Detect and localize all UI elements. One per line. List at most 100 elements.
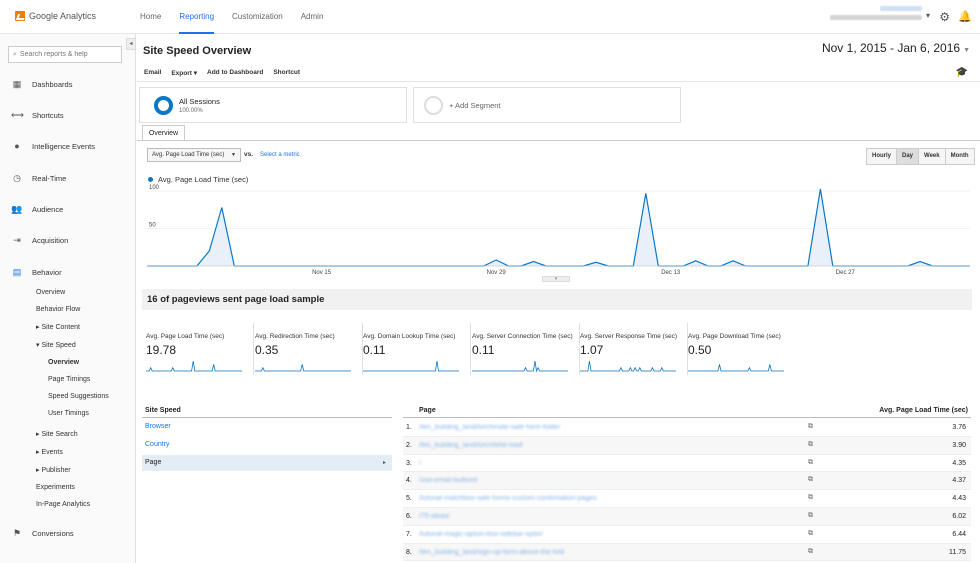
sidebar-item-dashboards[interactable]: ▦ Dashboards	[0, 75, 135, 93]
page-link[interactable]: /use-email-bulbord	[419, 477, 477, 484]
metric-sparkline-card[interactable]: Avg. Page Load Time (sec) 19.78	[146, 323, 252, 379]
add-segment-button[interactable]: + Add Segment	[413, 87, 681, 123]
row-number: 2.	[406, 441, 412, 449]
granularity-switcher: Hourly Day Week Month	[866, 148, 975, 165]
site-search-link[interactable]: ▸ Site Search	[36, 429, 78, 441]
page-link[interactable]: /ten_building_land/torchmale-safe-form-f…	[419, 424, 560, 431]
speed-suggestions-link[interactable]: Speed Suggestions	[48, 391, 109, 403]
external-link-icon[interactable]: ⧉	[808, 459, 813, 467]
site-speed-link[interactable]: ▾ Site Speed	[36, 340, 76, 352]
avg-page-load-value: 4.37	[952, 477, 966, 485]
segment-all-sessions[interactable]: All Sessions 100.00%	[139, 87, 407, 123]
gear-icon[interactable]: ⚙	[939, 10, 950, 24]
row-number: 4.	[406, 477, 412, 485]
date-range-picker[interactable]: Nov 1, 2015 - Jan 6, 2016 ▼	[822, 41, 970, 55]
table-row: 7. /tutorial-magic-option-box-sidebar-opt…	[403, 526, 971, 544]
external-link-icon[interactable]: ⧉	[808, 476, 813, 484]
behavior-overview-link[interactable]: Overview	[36, 287, 65, 299]
table-row: 8. /ten_building_land/sign-up-form-above-…	[403, 543, 971, 562]
sidebar-item-shortcuts[interactable]: ⟷ Shortcuts	[0, 106, 135, 124]
sparkline	[146, 361, 242, 372]
granularity-week-button[interactable]: Week	[919, 149, 946, 164]
external-link-icon[interactable]: ⧉	[808, 530, 813, 538]
page-link[interactable]: /75-ideas/	[419, 513, 450, 520]
chart-resize-handle[interactable]: ▾	[542, 276, 570, 282]
search-input[interactable]	[19, 51, 115, 58]
tab-overview[interactable]: Overview	[142, 125, 185, 141]
sidebar-item-audience[interactable]: 👥 Audience	[0, 200, 135, 218]
shortcut-button[interactable]: Shortcut	[273, 69, 300, 77]
external-link-icon[interactable]: ⧉	[808, 548, 813, 556]
site-content-link[interactable]: ▸ Site Content	[36, 322, 80, 334]
metric-sparkline-card[interactable]: Avg. Redirection Time (sec) 0.35	[255, 323, 361, 379]
dimension-page[interactable]: Page ▸	[142, 455, 392, 471]
in-page-analytics-link[interactable]: In-Page Analytics	[36, 499, 90, 511]
sidebar-item-acquisition[interactable]: ⇥ Acquisition	[0, 231, 135, 249]
page-link[interactable]: /ten_building_land/sign-up-form-above-th…	[419, 549, 564, 556]
page-timings-link[interactable]: Page Timings	[48, 374, 90, 386]
export-button[interactable]: Export ▾	[171, 69, 197, 77]
site-speed-overview-link[interactable]: Overview	[48, 357, 79, 369]
column-value-header[interactable]: Avg. Page Load Time (sec)	[879, 407, 968, 414]
metric-sparkline-card[interactable]: Avg. Server Response Time (sec) 1.07	[580, 323, 686, 379]
sidebar-item-intelligence-events[interactable]: ● Intelligence Events	[0, 137, 135, 155]
lightbulb-icon: ●	[14, 141, 20, 151]
metric-value: 19.78	[146, 343, 177, 357]
page-link[interactable]: /ten_building_land/torchfield-road	[419, 442, 523, 449]
dimension-country[interactable]: Country	[142, 437, 392, 453]
nav-reporting[interactable]: Reporting	[179, 0, 215, 34]
nav-customization[interactable]: Customization	[232, 0, 283, 34]
account-switcher[interactable]	[822, 6, 922, 28]
metric-separator	[470, 323, 471, 375]
dimension-browser[interactable]: Browser	[142, 419, 392, 435]
granularity-day-button[interactable]: Day	[897, 149, 920, 164]
chevron-down-icon: ▼	[231, 152, 236, 158]
legend-dot-icon	[148, 177, 153, 182]
metric-sparkline-card[interactable]: Avg. Page Download Time (sec) 0.50	[688, 323, 794, 379]
behavior-flow-link[interactable]: Behavior Flow	[36, 304, 80, 316]
row-number: 6.	[406, 513, 412, 520]
sparkline-path	[688, 364, 784, 372]
sidebar-item-real-time[interactable]: ◷ Real-Time	[0, 169, 135, 187]
user-timings-link[interactable]: User Timings	[48, 408, 89, 420]
external-link-icon[interactable]: ⧉	[808, 423, 813, 431]
metric-select[interactable]: Avg. Page Load Time (sec) ▼	[147, 148, 241, 162]
google-analytics-logo[interactable]: Google Analytics	[15, 11, 96, 21]
sidebar-item-behavior[interactable]: ▤ Behavior	[0, 263, 135, 281]
search-box[interactable]: ⌕	[8, 46, 122, 63]
experiments-link[interactable]: Experiments	[36, 482, 75, 494]
account-chevron-down-icon[interactable]: ▾	[926, 11, 930, 20]
nav-admin[interactable]: Admin	[301, 0, 324, 34]
select-metric-link[interactable]: Select a metric	[260, 152, 300, 158]
legend-label: Avg. Page Load Time (sec)	[158, 175, 249, 184]
page-link[interactable]: /tutorial-matchbox-safe-forms-custom-con…	[419, 495, 597, 502]
events-link[interactable]: ▸ Events	[36, 447, 63, 459]
sidebar-item-label: Intelligence Events	[32, 141, 95, 151]
collapse-sidebar-button[interactable]: ◂	[126, 38, 136, 50]
nav-home[interactable]: Home	[140, 0, 161, 34]
metric-sparkline-card[interactable]: Avg. Server Connection Time (sec) 0.11	[472, 323, 578, 379]
metric-sparkline-card[interactable]: Avg. Domain Lookup Time (sec) 0.11	[363, 323, 469, 379]
external-link-icon[interactable]: ⧉	[808, 494, 813, 502]
page-link[interactable]: /tutorial-magic-option-box-sidebar-optin…	[419, 531, 543, 538]
avg-page-load-value: 6.44	[952, 530, 966, 538]
table-row: 4. /use-email-bulbord ⧉ 4.37	[403, 472, 971, 491]
external-link-icon[interactable]: ⧉	[808, 441, 813, 449]
email-button[interactable]: Email	[144, 69, 161, 77]
main-content: Site Speed Overview Nov 1, 2015 - Jan 6,…	[137, 34, 980, 563]
metric-label: Avg. Redirection Time (sec)	[255, 333, 335, 340]
bell-icon[interactable]: 🔔	[958, 10, 972, 23]
column-page-header[interactable]: Page	[419, 407, 436, 414]
chart-series-line	[147, 188, 970, 267]
granularity-hourly-button[interactable]: Hourly	[867, 149, 898, 164]
external-link-icon[interactable]: ⧉	[808, 512, 813, 520]
sidebar-item-conversions[interactable]: ⚑ Conversions	[0, 524, 135, 542]
granularity-month-button[interactable]: Month	[945, 149, 974, 164]
add-to-dashboard-button[interactable]: Add to Dashboard	[207, 69, 263, 77]
metric-value: 0.11	[472, 343, 495, 357]
graduation-cap-icon[interactable]: 🎓	[956, 67, 968, 78]
page-link[interactable]: /	[419, 460, 421, 467]
people-icon: 👥	[11, 203, 23, 214]
publisher-link[interactable]: ▸ Publisher	[36, 465, 71, 477]
sidebar: ◂ ⌕ ▦ Dashboards ⟷ Shortcuts ● Intellige…	[0, 34, 136, 563]
